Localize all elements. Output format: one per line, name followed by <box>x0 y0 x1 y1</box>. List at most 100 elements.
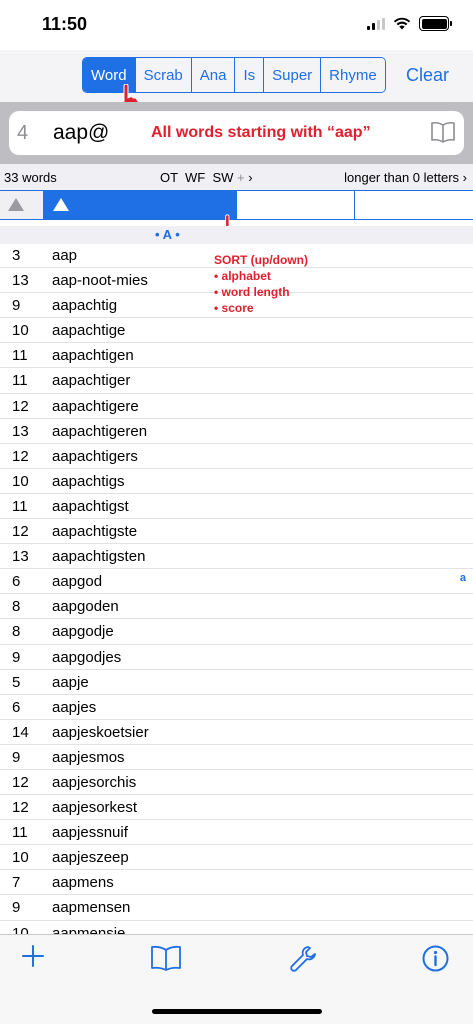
word-length: 14 <box>12 723 29 741</box>
sort-by-score-button-2[interactable] <box>355 191 473 219</box>
word-length: 12 <box>12 773 29 791</box>
word-row[interactable]: 12 aapjesorchis <box>0 770 473 796</box>
word-text: aapachtigeren <box>52 422 148 440</box>
word-row[interactable]: 14 aapjeskoetsier <box>0 720 473 745</box>
status-icons <box>367 16 452 31</box>
word-row[interactable]: 10 aapjeszeep <box>0 845 473 871</box>
word-row[interactable]: 9 aapjesmos <box>0 745 473 770</box>
word-length: 11 <box>12 372 28 390</box>
word-row[interactable]: 9 aapmensen <box>0 895 473 921</box>
word-length: 13 <box>12 422 29 440</box>
word-length: 10 <box>12 472 29 490</box>
segment-ana[interactable]: Ana <box>191 58 236 92</box>
word-row[interactable]: 12 aapjesorkest <box>0 795 473 821</box>
word-length: 9 <box>12 748 21 766</box>
word-count: 33 words <box>4 170 57 185</box>
book-icon[interactable] <box>150 945 182 971</box>
add-icon[interactable] <box>22 945 44 967</box>
word-row[interactable]: 11 aapachtigst <box>0 494 473 520</box>
word-row[interactable]: 6 aapgod <box>0 569 473 595</box>
word-text: aapachtigst <box>52 497 129 515</box>
word-row[interactable]: 11 aapachtigen <box>0 343 473 369</box>
word-row[interactable]: 11 aapachtiger <box>0 368 473 394</box>
word-length: 10 <box>12 849 29 867</box>
word-length: 13 <box>12 548 29 566</box>
word-text: aapje <box>52 673 89 691</box>
sort-by-alphabet-button[interactable] <box>44 191 237 219</box>
word-length: 8 <box>12 598 21 616</box>
word-text: aapjessnuif <box>52 824 128 842</box>
word-text: aapachtigs <box>52 472 125 490</box>
chevron-right-icon: › <box>248 170 253 185</box>
side-index-letter[interactable]: a <box>460 572 466 584</box>
word-row[interactable]: 10 aapachtigs <box>0 469 473 494</box>
sort-up-icon <box>8 198 24 211</box>
sort-by-length-button[interactable] <box>0 191 44 219</box>
word-text: aapjeskoetsier <box>52 723 149 741</box>
word-row[interactable]: 9 aapgodjes <box>0 645 473 670</box>
word-length: 8 <box>12 623 21 641</box>
word-length: 3 <box>12 247 21 264</box>
word-text: aapachtige <box>52 322 126 340</box>
annotation-search-hint: All words starting with “aap” <box>151 124 371 141</box>
word-text: aap <box>52 247 78 264</box>
segment-super[interactable]: Super <box>264 58 322 92</box>
word-length: 9 <box>12 899 21 917</box>
word-length: 11 <box>12 824 28 842</box>
word-text: aap-noot-mies <box>52 272 148 290</box>
clear-button[interactable]: Clear <box>406 65 449 86</box>
word-text: aapachtigste <box>52 523 138 541</box>
segment-is[interactable]: Is <box>235 58 265 92</box>
book-icon[interactable] <box>430 121 456 143</box>
status-time: 11:50 <box>42 14 88 34</box>
word-text: aapjeszeep <box>52 849 129 867</box>
word-length: 13 <box>12 272 29 290</box>
word-text: aapgodje <box>52 623 114 641</box>
word-length: 11 <box>12 347 28 365</box>
segment-rhyme[interactable]: Rhyme <box>321 58 385 92</box>
word-length: 12 <box>12 397 29 415</box>
word-row[interactable]: 8 aapgodje <box>0 619 473 645</box>
word-row[interactable]: 12 aapachtigste <box>0 519 473 545</box>
word-row[interactable]: 10 aapachtige <box>0 318 473 344</box>
home-indicator <box>152 1009 322 1014</box>
word-length: 5 <box>12 673 21 691</box>
word-text: aapachtigers <box>52 447 138 465</box>
word-row[interactable]: 13 aapachtigeren <box>0 419 473 444</box>
word-length: 6 <box>12 698 21 716</box>
word-text: aapgoden <box>52 598 119 616</box>
sort-note-item: • alphabet <box>214 269 271 283</box>
length-filter[interactable]: longer than 0 letters › <box>344 170 467 185</box>
wrench-icon[interactable] <box>289 945 317 973</box>
word-row[interactable]: 11 aapjessnuif <box>0 820 473 846</box>
word-length: 12 <box>12 523 29 541</box>
sort-note-item: • score <box>214 301 254 315</box>
word-text: aapjes <box>52 698 97 716</box>
word-text: aapmens <box>52 874 114 892</box>
info-icon[interactable] <box>422 945 449 972</box>
word-row[interactable]: 6 aapjes <box>0 695 473 720</box>
word-row[interactable]: 7 aapmens <box>0 870 473 896</box>
segment-scrab[interactable]: Scrab <box>135 58 192 92</box>
word-text: aapjesmos <box>52 748 125 766</box>
search-input[interactable]: 4 aap@ All words starting with “aap” <box>9 111 464 155</box>
search-value[interactable]: aap@ <box>53 121 109 145</box>
word-text: aapachtigere <box>52 397 139 415</box>
word-row[interactable]: 5 aapje <box>0 670 473 695</box>
search-letter-count: 4 <box>17 122 29 144</box>
annotation-sort-note: SORT (up/down) • alphabet • word length … <box>214 252 308 316</box>
wifi-icon <box>393 17 411 30</box>
word-list-options[interactable]: OT WF SW + › <box>160 170 253 185</box>
word-row[interactable]: 12 aapachtigere <box>0 394 473 419</box>
status-bar: 11:50 <box>0 0 473 50</box>
section-header: • A • <box>0 226 473 244</box>
word-row[interactable]: 8 aapgoden <box>0 594 473 620</box>
word-length: 6 <box>12 573 21 591</box>
word-row[interactable]: 12 aapachtigers <box>0 444 473 469</box>
options-label: OT WF SW <box>160 170 234 185</box>
word-row[interactable]: 13 aapachtigsten <box>0 544 473 570</box>
sort-by-score-button[interactable] <box>237 191 355 219</box>
word-length: 11 <box>12 497 28 515</box>
word-text: aapjesorchis <box>52 773 137 791</box>
word-text: aapgod <box>52 573 103 591</box>
